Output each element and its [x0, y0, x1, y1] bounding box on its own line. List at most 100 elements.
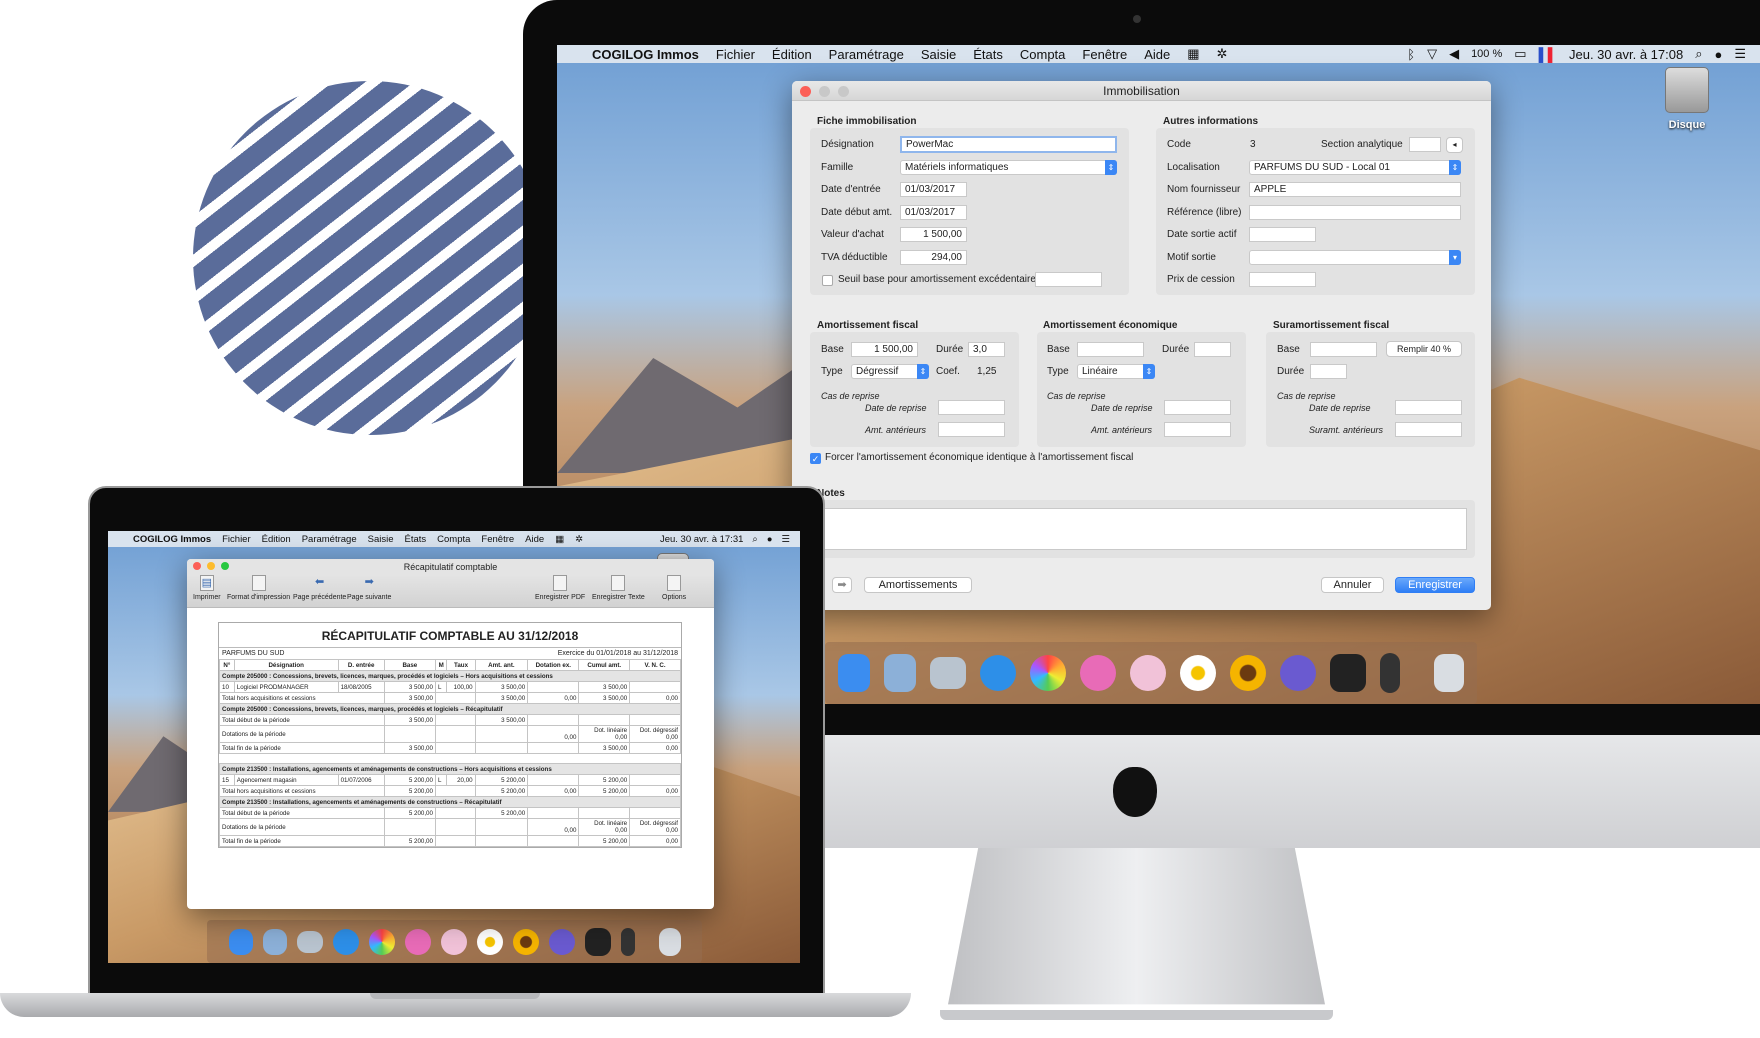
format-impression-button[interactable]: Format d'impression [227, 575, 290, 601]
clock[interactable]: Jeu. 30 avr. à 17:08 [1569, 47, 1683, 62]
photos-icon[interactable] [368, 928, 395, 955]
famille-select[interactable]: Matériels informatiques ⇕ [900, 160, 1117, 175]
image-capture-icon[interactable] [296, 930, 323, 953]
next-arrow-button[interactable]: ➡ [832, 577, 852, 593]
photos-icon[interactable] [1030, 655, 1066, 691]
battery-icon[interactable]: ▭ [1514, 46, 1526, 62]
volume-icon[interactable]: ◀ [1449, 46, 1459, 62]
designation-input[interactable]: PowerMac [900, 136, 1117, 153]
date-entree-input[interactable]: 01/03/2017 [900, 182, 967, 197]
list-icon[interactable]: ☰ [1734, 46, 1746, 62]
battery-percent[interactable]: 100 % [1471, 48, 1502, 60]
fiscal-date-reprise-input[interactable] [938, 400, 1005, 415]
reference-input[interactable] [1249, 205, 1461, 220]
motif-select[interactable]: ▾ [1249, 250, 1461, 265]
fiscal-type-select[interactable]: Dégressif ⇕ [851, 364, 929, 379]
enregistrer-texte-button[interactable]: Enregistrer Texte [592, 575, 645, 601]
seuil-checkbox[interactable] [822, 275, 833, 286]
lotus-icon[interactable] [1130, 655, 1166, 691]
lotus-icon[interactable] [440, 928, 467, 955]
menu-fenetre[interactable]: Fenêtre [1082, 47, 1127, 62]
eco-type-select[interactable]: Linéaire ⇕ [1077, 364, 1155, 379]
menu-fichier[interactable]: Fichier [716, 47, 755, 62]
bluetooth-icon[interactable]: ᛒ [1407, 47, 1415, 62]
menu-fichier[interactable]: Fichier [222, 534, 251, 545]
violet-icon[interactable] [548, 928, 575, 955]
close-button[interactable] [800, 86, 811, 97]
minimize-button[interactable] [819, 86, 830, 97]
daisy-icon[interactable] [476, 928, 503, 955]
date-debut-input[interactable]: 01/03/2017 [900, 205, 967, 220]
suramort-ant-input[interactable] [1395, 422, 1462, 437]
trash-icon[interactable] [1434, 654, 1464, 692]
safari-icon[interactable] [332, 928, 359, 955]
enregistrer-pdf-button[interactable]: Enregistrer PDF [535, 575, 585, 601]
sunflower-icon[interactable] [1230, 655, 1266, 691]
finder-icon[interactable] [228, 928, 253, 955]
image-capture-icon[interactable] [930, 657, 966, 689]
menu-edition[interactable]: Édition [772, 47, 812, 62]
menu-etats[interactable]: États [405, 534, 427, 545]
menu-parametrage[interactable]: Paramétrage [302, 534, 357, 545]
options-button[interactable]: Options [662, 575, 686, 601]
trash-icon[interactable] [658, 927, 681, 956]
calendar-icon[interactable]: ▦ [555, 534, 564, 545]
date-sortie-input[interactable] [1249, 227, 1316, 242]
menu-app[interactable]: COGILOG Immos [133, 534, 211, 545]
remplir-40-button[interactable]: Remplir 40 % [1386, 341, 1462, 357]
page-precedente-button[interactable]: ⬅ Page précédente [293, 575, 346, 601]
menu-compta[interactable]: Compta [437, 534, 470, 545]
suramort-date-reprise-input[interactable] [1395, 400, 1462, 415]
tuxedo-icon[interactable] [584, 927, 611, 956]
amortissements-button[interactable]: Amortissements [864, 577, 972, 593]
fiscal-amt-ant-input[interactable] [938, 422, 1005, 437]
menu-aide[interactable]: Aide [1144, 47, 1170, 62]
calendar-icon[interactable]: ▦ [1187, 46, 1199, 62]
menu-saisie[interactable]: Saisie [368, 534, 394, 545]
sunflower-icon[interactable] [512, 928, 539, 955]
section-input[interactable] [1409, 137, 1441, 152]
zoom-button[interactable] [838, 86, 849, 97]
preview-icon[interactable] [884, 654, 916, 692]
annuler-button[interactable]: Annuler [1321, 577, 1384, 593]
siri-icon[interactable]: ● [1714, 47, 1722, 62]
section-picker-button[interactable]: ◂ [1446, 137, 1463, 153]
finder-icon[interactable] [838, 654, 870, 692]
menu-compta[interactable]: Compta [1020, 47, 1066, 62]
eco-base-input[interactable] [1077, 342, 1144, 357]
page-suivante-button[interactable]: ➡ Page suivante [347, 575, 391, 601]
eco-amt-ant-input[interactable] [1164, 422, 1231, 437]
imprimer-button[interactable]: ▤ Imprimer [193, 575, 221, 601]
menu-saisie[interactable]: Saisie [921, 47, 956, 62]
enregistrer-button[interactable]: Enregistrer [1395, 577, 1475, 593]
desktop-disk[interactable]: Disque [1637, 67, 1737, 131]
forcer-checkbox[interactable]: ✓ [810, 453, 821, 464]
menu-app[interactable]: COGILOG Immos [592, 47, 699, 62]
minimize-button[interactable] [207, 562, 215, 570]
search-icon[interactable]: ⌕ [1695, 46, 1702, 62]
flower-pink-icon[interactable] [404, 928, 431, 955]
notes-textarea[interactable] [822, 508, 1467, 550]
clock[interactable]: Jeu. 30 avr. à 17:31 [660, 534, 743, 545]
localisation-select[interactable]: PARFUMS DU SUD - Local 01 ⇕ [1249, 160, 1461, 175]
suramort-base-input[interactable] [1310, 342, 1377, 357]
menu-parametrage[interactable]: Paramétrage [829, 47, 904, 62]
butler-icon[interactable] [620, 927, 635, 956]
valeur-input[interactable]: 1 500,00 [900, 227, 967, 242]
menu-etats[interactable]: États [973, 47, 1003, 62]
eco-duree-input[interactable] [1194, 342, 1231, 357]
flower-pink-icon[interactable] [1080, 655, 1116, 691]
siri-icon[interactable]: ● [767, 534, 773, 545]
eco-date-reprise-input[interactable] [1164, 400, 1231, 415]
violet-icon[interactable] [1280, 655, 1316, 691]
prix-input[interactable] [1249, 272, 1316, 287]
close-button[interactable] [193, 562, 201, 570]
menu-fenetre[interactable]: Fenêtre [481, 534, 514, 545]
wifi-icon[interactable]: ▽ [1427, 46, 1437, 62]
safari-icon[interactable] [980, 655, 1016, 691]
fournisseur-input[interactable]: APPLE [1249, 182, 1461, 197]
menu-edition[interactable]: Édition [262, 534, 291, 545]
seuil-input[interactable] [1035, 272, 1102, 287]
flag-fr-icon[interactable]: ▌▌ [1539, 47, 1557, 62]
menu-aide[interactable]: Aide [525, 534, 544, 545]
